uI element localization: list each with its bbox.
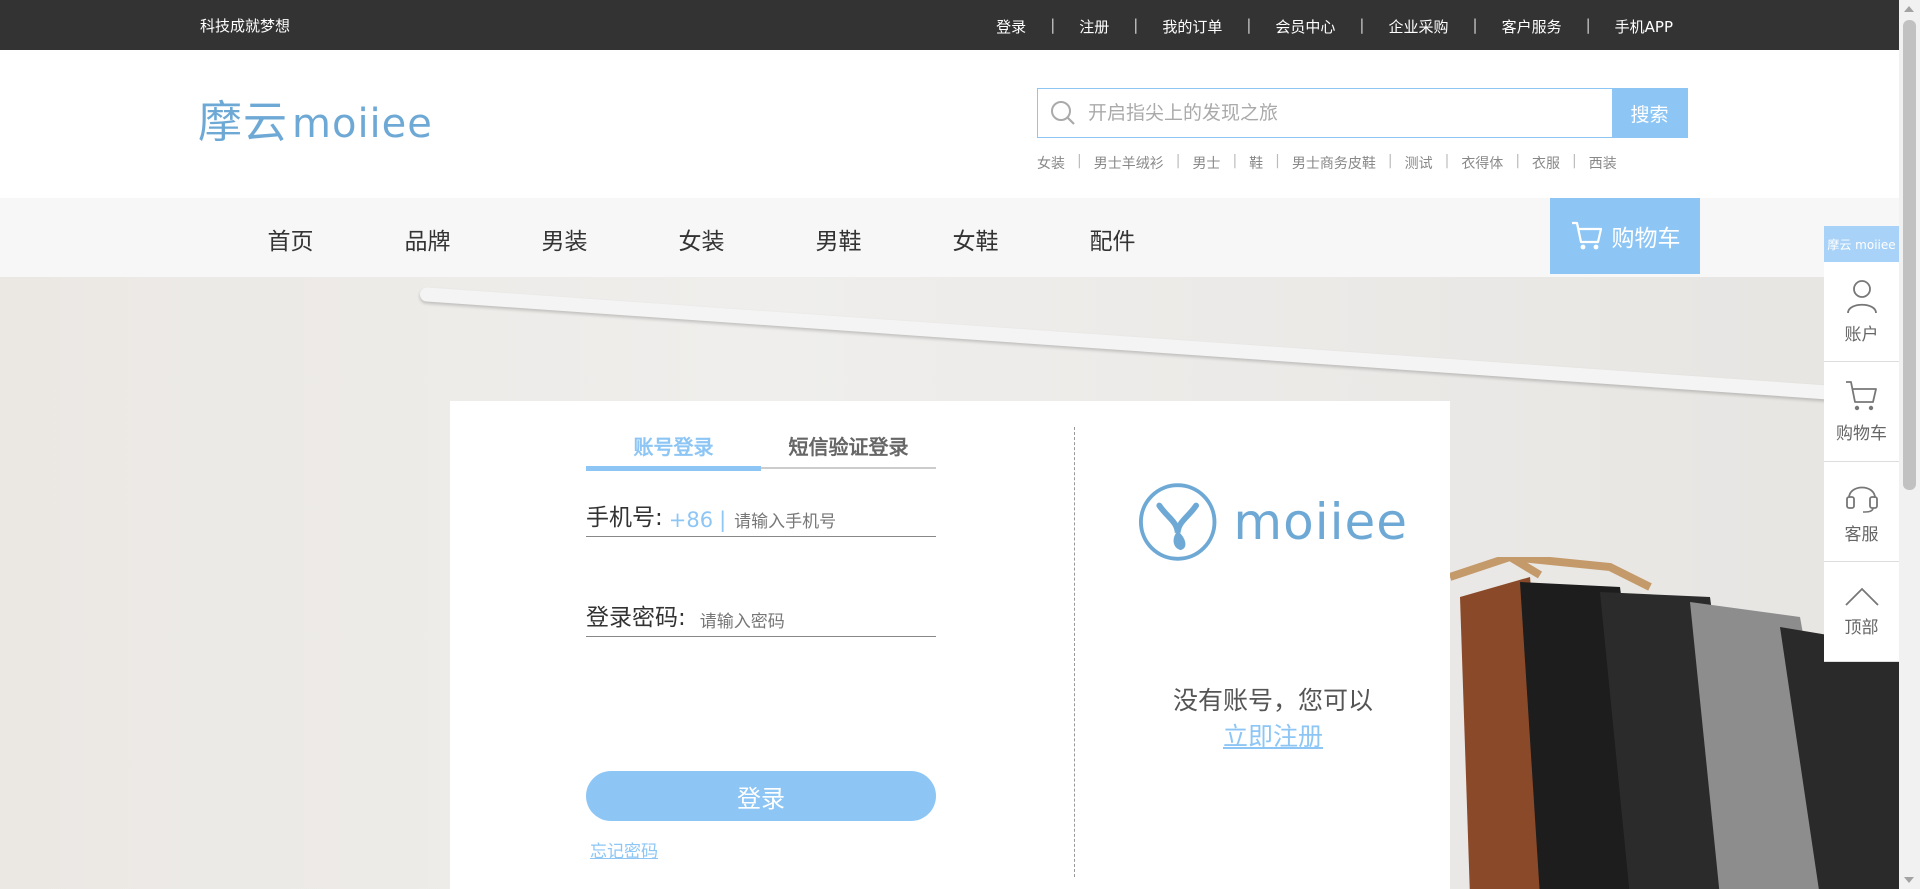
hot-word[interactable]: 西装: [1589, 153, 1617, 173]
brand-mark-icon: [1138, 482, 1217, 561]
separator: |: [1359, 16, 1365, 34]
no-account-text: 没有账号，您可以: [1172, 686, 1373, 715]
separator: |: [1246, 16, 1252, 34]
phone-label: 手机号:: [586, 505, 663, 531]
brand-logo: moiiee: [1138, 479, 1408, 564]
scroll-up-arrow-icon[interactable]: [1904, 6, 1914, 12]
floating-toolbar: 摩云 moiiee 账户 购物车 客服 顶部: [1824, 226, 1899, 662]
nav-items: 首页 品牌 男装 女装 男鞋 女鞋 配件: [222, 222, 1181, 256]
nav-item-menswear[interactable]: 男装: [496, 222, 633, 256]
logo-en: moiiee: [292, 101, 433, 147]
separator: |: [1472, 16, 1478, 34]
top-link-member-center[interactable]: 会员中心: [1275, 16, 1335, 37]
clothing-rack-rod: [419, 287, 1899, 406]
scroll-down-arrow-icon[interactable]: [1904, 877, 1914, 883]
float-cart-button[interactable]: 购物车: [1824, 362, 1899, 462]
site-logo[interactable]: 摩云 moiiee: [198, 86, 433, 150]
hot-word[interactable]: 女装: [1037, 153, 1065, 173]
main-nav: 首页 品牌 男装 女装 男鞋 女鞋 配件 购物车: [0, 198, 1899, 277]
search-button[interactable]: 搜索: [1612, 89, 1687, 137]
password-input[interactable]: [699, 612, 880, 632]
top-bar: 科技成就梦想 登录 | 注册 | 我的订单 | 会员中心 | 企业采购 | 客户…: [0, 0, 1899, 50]
top-links: 登录 | 注册 | 我的订单 | 会员中心 | 企业采购 | 客户服务 | 手机…: [996, 16, 1673, 37]
float-top-label: 顶部: [1844, 618, 1879, 638]
hot-word[interactable]: 男士羊绒衫: [1094, 153, 1164, 173]
header: 摩云moiiee 搜索 女装 | 男士羊绒衫 | 男士 | 鞋 | 男士商务皮鞋 | 测试…: [0, 50, 1899, 198]
float-service-label: 客服: [1844, 525, 1879, 545]
login-card: 账号登录 短信验证登录 手机号: +86 | 登录密码: 登录 忘记密码 moi…: [450, 401, 1450, 889]
logo-cn: 摩云: [198, 97, 288, 148]
headset-icon: [1845, 486, 1878, 513]
separator: |: [1387, 153, 1393, 169]
page-scrollbar[interactable]: [1899, 0, 1920, 889]
top-link-customer-service[interactable]: 客户服务: [1502, 16, 1562, 37]
separator: |: [1175, 153, 1181, 169]
separator: |: [719, 508, 727, 532]
hot-word[interactable]: 鞋: [1249, 153, 1263, 173]
top-link-enterprise-purchase[interactable]: 企业采购: [1388, 16, 1448, 37]
site-slogan: 科技成就梦想: [200, 17, 291, 35]
password-field: 登录密码:: [586, 601, 936, 637]
brand-word: moiiee: [1233, 492, 1408, 551]
mini-logo: 摩云 moiiee: [1824, 226, 1899, 262]
nav-item-home[interactable]: 首页: [222, 222, 359, 256]
country-code[interactable]: +86: [669, 508, 713, 532]
register-now-link[interactable]: 立即注册: [1138, 717, 1408, 753]
separator: |: [1133, 16, 1139, 34]
separator: |: [1585, 16, 1591, 34]
float-account-label: 账户: [1844, 325, 1879, 345]
user-icon: [1846, 280, 1877, 314]
password-label: 登录密码:: [586, 605, 686, 631]
float-service-button[interactable]: 客服: [1824, 462, 1899, 562]
phone-field: 手机号: +86 |: [586, 501, 936, 537]
tab-account-login[interactable]: 账号登录: [586, 431, 761, 471]
cart-label: 购物车: [1611, 226, 1681, 252]
float-back-to-top-button[interactable]: 顶部: [1824, 562, 1899, 662]
divider: [1074, 427, 1075, 877]
separator: |: [1572, 153, 1577, 169]
search-box: 搜索: [1037, 88, 1688, 138]
nav-item-mens-shoes[interactable]: 男鞋: [770, 222, 907, 256]
nav-item-womenswear[interactable]: 女装: [633, 222, 770, 256]
hot-word[interactable]: 衣服: [1532, 153, 1560, 173]
login-tabs: 账号登录 短信验证登录: [586, 431, 936, 471]
hot-word[interactable]: 男士商务皮鞋: [1292, 153, 1376, 173]
top-link-my-orders[interactable]: 我的订单: [1162, 16, 1222, 37]
chevron-up-icon: [1844, 587, 1879, 606]
hot-word[interactable]: 衣得体: [1461, 153, 1503, 173]
login-button[interactable]: 登录: [586, 771, 936, 821]
phone-input[interactable]: [734, 512, 915, 532]
scrollbar-thumb[interactable]: [1903, 20, 1916, 490]
forgot-password-link[interactable]: 忘记密码: [590, 837, 658, 862]
nav-item-brand[interactable]: 品牌: [359, 222, 496, 256]
nav-item-accessories[interactable]: 配件: [1044, 222, 1181, 256]
cart-icon: [1845, 381, 1877, 411]
hot-word[interactable]: 测试: [1405, 153, 1433, 173]
tab-sms-login[interactable]: 短信验证登录: [761, 431, 936, 467]
separator: |: [1050, 16, 1056, 34]
separator: |: [1444, 153, 1450, 169]
separator: |: [1232, 153, 1238, 169]
top-link-register[interactable]: 注册: [1079, 16, 1109, 37]
nav-item-womens-shoes[interactable]: 女鞋: [907, 222, 1044, 256]
float-account-button[interactable]: 账户: [1824, 262, 1899, 362]
separator: |: [1077, 153, 1082, 169]
top-link-login[interactable]: 登录: [996, 16, 1026, 37]
cart-button[interactable]: 购物车: [1550, 198, 1700, 274]
separator: |: [1275, 153, 1280, 169]
hot-search-words: 女装 | 男士羊绒衫 | 男士 | 鞋 | 男士商务皮鞋 | 测试 | 衣得体 | 衣服 | 西…: [1037, 153, 1617, 173]
separator: |: [1515, 153, 1521, 169]
top-link-mobile-app[interactable]: 手机APP: [1615, 16, 1673, 37]
hot-word[interactable]: 男士: [1192, 153, 1220, 173]
cart-icon: [1571, 221, 1602, 250]
search-icon: [1038, 89, 1088, 137]
search-input[interactable]: [1088, 89, 1612, 137]
float-cart-label: 购物车: [1836, 424, 1887, 444]
